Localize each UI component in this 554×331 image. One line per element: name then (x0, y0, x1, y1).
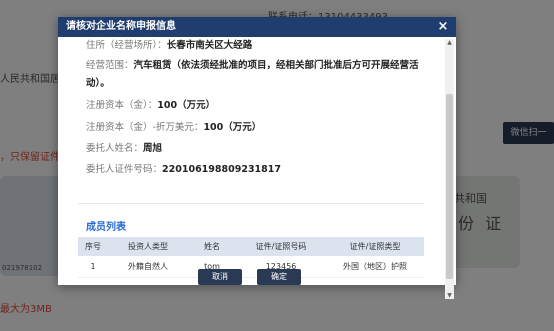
capital-usd-row: 注册资本（金）-折万美元：100（万元） (86, 119, 261, 133)
capital-value: 100（万元） (157, 100, 216, 111)
address-label: 住所（经营场所）： (86, 40, 167, 51)
confirm-dialog: 请核对企业名称申报信息 × 住所（经营场所）：长春市南关区大经路 经营范围：汽车… (58, 17, 456, 299)
close-icon[interactable]: × (436, 17, 450, 37)
scope-row: 经营范围：汽车租赁（依法须经批准的项目，经相关部门批准后方可开展经营活 (86, 57, 419, 71)
cancel-button[interactable]: 取消 (198, 269, 242, 285)
address-row: 住所（经营场所）：长春市南关区大经路 (86, 37, 252, 51)
members-panel: 成员列表 序号 投资人类型 姓名 证件/证照号码 证件/证照类型 1 外籍自然人 (78, 203, 424, 285)
dialog-scrollbar[interactable]: ▲ ▼ (445, 39, 454, 299)
members-table: 序号 投资人类型 姓名 证件/证照号码 证件/证照类型 1 外籍自然人 tom … (78, 237, 424, 278)
dialog-header: 请核对企业名称申报信息 × (58, 17, 456, 37)
col-index: 序号 (78, 237, 108, 256)
capital-usd-label: 注册资本（金）-折万美元： (86, 122, 204, 133)
members-title: 成员列表 (86, 222, 126, 233)
confirm-button[interactable]: 确定 (257, 269, 301, 285)
dialog-body: 住所（经营场所）：长春市南关区大经路 经营范围：汽车租赁（依法须经批准的项目，经… (58, 37, 456, 285)
scope-value-line2: 动）。 (86, 78, 110, 89)
scroll-down-icon[interactable]: ▼ (445, 292, 454, 299)
agent-name-value: 周旭 (143, 143, 163, 154)
dialog-title: 请核对企业名称申报信息 (66, 21, 176, 32)
scroll-thumb[interactable] (446, 94, 453, 279)
agent-id-row: 委托人证件号码：220106198809231817 (86, 161, 281, 175)
members-table-header: 序号 投资人类型 姓名 证件/证照号码 证件/证照类型 (78, 237, 424, 256)
agent-id-label: 委托人证件号码： (86, 164, 163, 175)
scroll-up-icon[interactable]: ▲ (445, 39, 454, 46)
cell-index: 1 (78, 256, 108, 278)
cell-id-type: 外国（地区）护照 (326, 256, 424, 278)
scope-label: 经营范围： (86, 60, 134, 71)
col-id-number: 证件/证照号码 (236, 237, 326, 256)
agent-name-row: 委托人姓名：周旭 (86, 140, 162, 154)
cell-investor-type: 外籍自然人 (108, 256, 188, 278)
col-id-type: 证件/证照类型 (326, 237, 424, 256)
col-name: 姓名 (188, 237, 236, 256)
agent-name-label: 委托人姓名： (86, 143, 144, 154)
address-value: 长春市南关区大经路 (166, 40, 253, 51)
col-investor-type: 投资人类型 (108, 237, 188, 256)
table-row: 1 外籍自然人 tom 123456 外国（地区）护照 (78, 256, 424, 278)
scope-row-2: 动）。 (86, 75, 110, 89)
agent-id-value: 220106198809231817 (162, 164, 281, 175)
capital-label: 注册资本（金）： (86, 100, 158, 111)
scope-value-line1: 汽车租赁（依法须经批准的项目，经相关部门批准后方可开展经营活 (133, 60, 419, 71)
capital-row: 注册资本（金）：100（万元） (86, 97, 215, 111)
capital-usd-value: 100（万元） (203, 122, 262, 133)
